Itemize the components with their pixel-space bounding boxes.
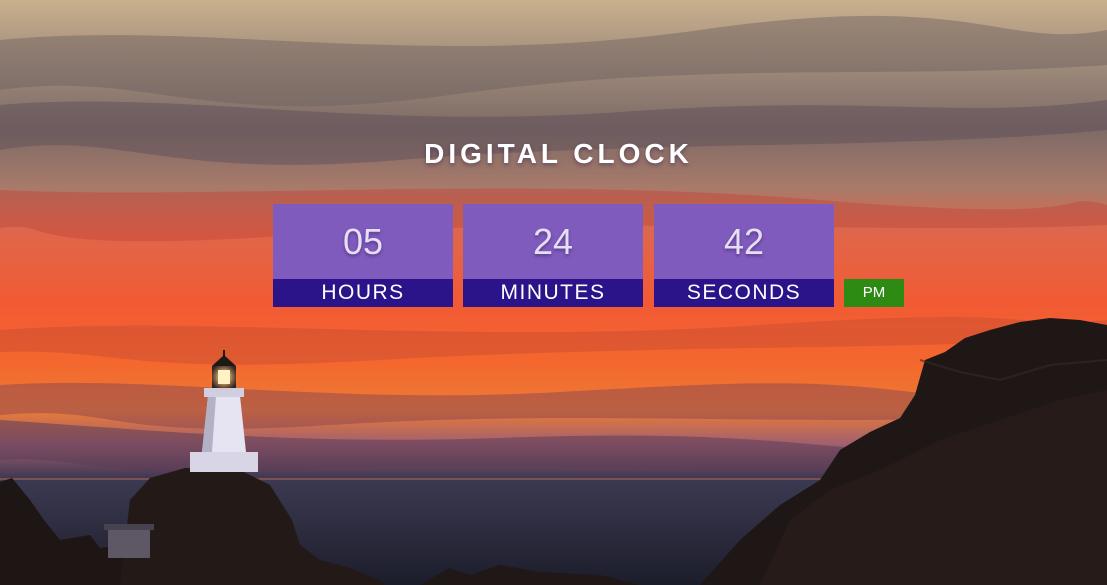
- digital-clock-page: DIGITAL CLOCK 05 HOURS 24 MINUTES 42 SEC…: [0, 0, 1107, 585]
- clock-title: DIGITAL CLOCK: [424, 138, 693, 169]
- seconds-label: SECONDS: [654, 279, 834, 307]
- seconds-value: 42: [723, 221, 765, 262]
- hours-value: 05: [342, 221, 384, 262]
- am-pm-badge: PM: [844, 279, 904, 307]
- minutes-label: MINUTES: [463, 279, 643, 307]
- minutes-card: 24 MINUTES: [463, 204, 643, 307]
- minutes-value: 24: [532, 221, 574, 262]
- hours-label: HOURS: [273, 279, 453, 307]
- seconds-card: 42 SECONDS: [654, 204, 834, 307]
- hours-card: 05 HOURS: [273, 204, 453, 307]
